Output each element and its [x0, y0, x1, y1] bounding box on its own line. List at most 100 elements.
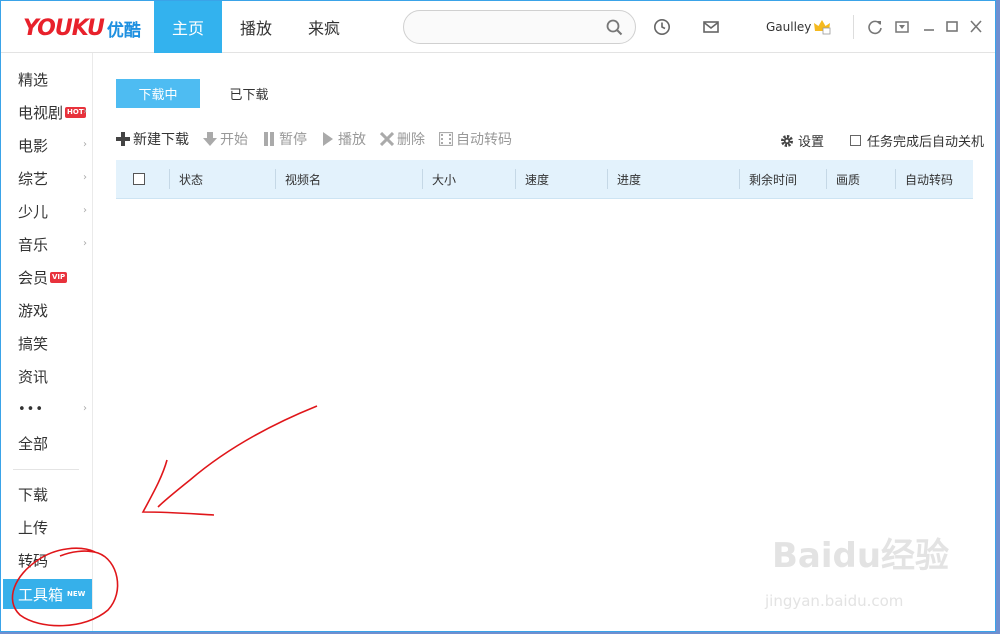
vip-crown-icon [814, 20, 831, 35]
sidebar-item-upload[interactable]: 上传 [1, 511, 93, 544]
column-auto-transcode[interactable]: 自动转码 [897, 160, 953, 199]
column-divider [826, 169, 827, 189]
title-bar: YOUKU 优酷 主页 播放 来疯 Gaulley [1, 1, 995, 53]
maximize-icon[interactable] [945, 18, 959, 36]
sidebar-item-funny[interactable]: 搞笑 [1, 327, 93, 360]
sidebar-item-download[interactable]: 下载 [1, 478, 93, 511]
baidu-watermark: Baidu经验 [772, 528, 949, 577]
sidebar-item-label: 下载 [18, 486, 49, 504]
sidebar-item-label: 精选 [18, 71, 49, 89]
sidebar-item-variety[interactable]: 综艺 › [1, 162, 93, 195]
sidebar-item-label: 全部 [18, 435, 49, 453]
auto-transcode-button[interactable]: 自动转码 [439, 129, 512, 149]
sidebar-item-toolbox[interactable]: 工具箱 NEW [3, 579, 92, 609]
new-download-button[interactable]: 新建下载 [116, 129, 189, 149]
select-all-checkbox[interactable] [133, 173, 145, 185]
sidebar-item-news[interactable]: 资讯 [1, 360, 93, 393]
column-status[interactable]: 状态 [171, 160, 203, 199]
start-label: 开始 [220, 132, 248, 148]
sidebar-item-label: 电视剧 [18, 104, 64, 122]
column-divider [422, 169, 423, 189]
chevron-right-icon: › [83, 172, 87, 183]
vip-badge: VIP [50, 272, 68, 283]
delete-button[interactable]: 删除 [380, 129, 425, 149]
pause-button[interactable]: 暂停 [262, 129, 307, 149]
column-speed[interactable]: 速度 [517, 160, 549, 199]
download-table-header: 状态 视频名 大小 速度 进度 剩余时间 画质 自动转码 [116, 160, 973, 199]
column-progress[interactable]: 进度 [609, 160, 641, 199]
column-divider [515, 169, 516, 189]
sidebar-item-label: 会员 [18, 269, 49, 287]
pause-label: 暂停 [279, 132, 307, 148]
history-clock-icon[interactable] [653, 18, 671, 36]
auto-transcode-label: 自动转码 [456, 132, 512, 148]
download-arrow-icon [203, 132, 217, 146]
sidebar-item-all[interactable]: 全部 [1, 427, 93, 460]
sidebar-item-label: 上传 [18, 519, 49, 537]
logo-cn-text: 优酷 [106, 20, 141, 41]
sidebar-item-movie[interactable]: 电影 › [1, 129, 93, 162]
more-dots-icon: ••• [18, 402, 45, 417]
tab-play[interactable]: 播放 [222, 1, 290, 53]
film-icon [439, 132, 453, 146]
sidebar-item-music[interactable]: 音乐 › [1, 228, 93, 261]
sidebar-item-more[interactable]: ••• › [1, 393, 93, 426]
watermark-url: jingyan.baidu.com [765, 592, 904, 610]
refresh-icon[interactable] [867, 18, 883, 36]
sidebar-item-label: 少儿 [18, 203, 49, 221]
column-divider [739, 169, 740, 189]
settings-label: 设置 [798, 135, 825, 150]
auto-shutdown-option[interactable]: 任务完成后自动关机 [850, 131, 984, 150]
sidebar-item-transcode[interactable]: 转码 [1, 544, 93, 577]
search-input[interactable] [416, 17, 596, 37]
sidebar-item-kids[interactable]: 少儿 › [1, 195, 93, 228]
column-divider [275, 169, 276, 189]
play-button[interactable]: 播放 [321, 129, 366, 149]
sidebar-divider [13, 469, 79, 470]
start-button[interactable]: 开始 [203, 129, 248, 149]
delete-x-icon [380, 132, 394, 146]
column-video-name[interactable]: 视频名 [277, 160, 321, 199]
delete-label: 删除 [397, 132, 425, 148]
auto-shutdown-checkbox[interactable] [850, 135, 861, 146]
pause-icon [264, 132, 274, 146]
tab-laifeng[interactable]: 来疯 [290, 1, 358, 53]
column-divider [895, 169, 896, 189]
column-time-remaining[interactable]: 剩余时间 [741, 160, 797, 199]
sidebar-item-featured[interactable]: 精选 [1, 63, 93, 96]
play-label: 播放 [338, 132, 366, 148]
sidebar-item-member[interactable]: 会员 VIP [1, 261, 93, 294]
sidebar-item-tv[interactable]: 电视剧 HOT › [1, 96, 93, 129]
plus-icon [116, 132, 130, 146]
mini-mode-icon[interactable] [894, 18, 910, 36]
column-quality[interactable]: 画质 [828, 160, 860, 199]
youku-logo[interactable]: YOUKU 优酷 [23, 13, 141, 43]
sidebar: 精选 电视剧 HOT › 电影 › 综艺 › 少儿 › 音乐 › 会员 VIP … [1, 53, 93, 631]
sidebar-item-games[interactable]: 游戏 [1, 294, 93, 327]
watermark-text: Baidu经验 [772, 536, 950, 576]
auto-shutdown-label: 任务完成后自动关机 [867, 135, 985, 150]
sidebar-item-label: 搞笑 [18, 335, 49, 353]
sidebar-item-label: 游戏 [18, 302, 49, 320]
chevron-right-icon: › [83, 238, 87, 249]
mail-icon[interactable] [702, 18, 720, 36]
gear-icon [781, 134, 793, 147]
column-size[interactable]: 大小 [424, 160, 456, 199]
close-icon[interactable] [969, 18, 983, 36]
titlebar-divider [853, 15, 854, 39]
username: Gaulley [766, 20, 812, 34]
settings-button[interactable]: 设置 [780, 131, 824, 150]
tab-downloaded[interactable]: 已下载 [207, 79, 291, 108]
sidebar-item-label: 电影 [18, 137, 49, 155]
new-badge: NEW [67, 589, 86, 598]
logo-text: YOUKU [23, 15, 105, 41]
sidebar-item-label: 转码 [18, 552, 49, 570]
download-toolbar: 新建下载 开始 暂停 播放 删除 自动转码 [116, 129, 526, 149]
play-icon [323, 132, 333, 146]
minimize-icon[interactable] [922, 18, 936, 36]
search-icon[interactable] [606, 19, 623, 36]
tab-downloading[interactable]: 下载中 [116, 79, 200, 108]
chevron-right-icon: › [83, 205, 87, 216]
tab-home[interactable]: 主页 [154, 1, 222, 53]
user-account[interactable]: Gaulley [766, 19, 831, 35]
